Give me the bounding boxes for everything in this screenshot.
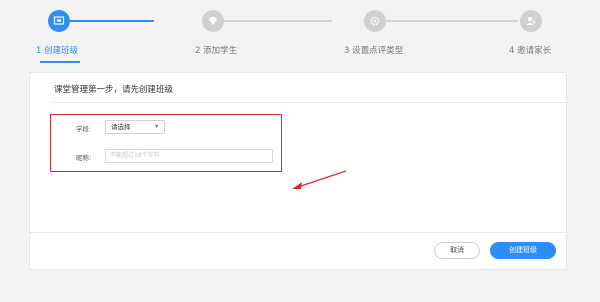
- step-3-circle[interactable]: [364, 10, 386, 32]
- gear-icon: [370, 16, 380, 26]
- step-connector: [386, 20, 518, 22]
- step-2-circle[interactable]: [202, 10, 224, 32]
- step-progress-bar: 1 创建班级 2 添加学生 3 设置点评类型 4 邀请家长: [0, 0, 600, 70]
- step-2-label[interactable]: 2 添加学生: [195, 44, 237, 56]
- name-input[interactable]: 不能超过16个字符: [105, 149, 273, 163]
- footer-divider: [30, 232, 568, 233]
- name-input-placeholder: 不能超过16个字符: [110, 152, 160, 159]
- create-class-button[interactable]: 创建班级: [490, 242, 556, 259]
- active-step-underline: [40, 61, 80, 63]
- create-class-card: 课堂管理第一步，请先创建班级 学段: 请选择 ▾ 昵称: 不能超过16个字符 取…: [29, 72, 568, 270]
- chevron-down-icon: ▾: [154, 123, 158, 130]
- cancel-button[interactable]: 取消: [434, 242, 480, 259]
- red-arrow-annotation: [292, 170, 347, 189]
- step-3-label[interactable]: 3 设置点评类型: [344, 44, 403, 56]
- screen-icon: [53, 16, 65, 25]
- step-1-label[interactable]: 1 创建班级: [36, 44, 78, 56]
- add-user-icon: [526, 17, 536, 25]
- grade-select[interactable]: 请选择 ▾: [105, 120, 165, 134]
- grade-label: 学段:: [76, 125, 92, 133]
- step-connector-active: [58, 20, 154, 22]
- step-4-label[interactable]: 4 邀请家长: [509, 44, 551, 56]
- name-label: 昵称:: [76, 154, 92, 162]
- divider: [52, 102, 568, 103]
- diamond-icon: [209, 17, 217, 25]
- card-title: 课堂管理第一步，请先创建班级: [54, 85, 174, 95]
- step-4-circle[interactable]: [520, 10, 542, 32]
- step-1-circle[interactable]: [48, 10, 70, 32]
- grade-select-value: 请选择: [111, 123, 131, 131]
- step-connector: [222, 20, 332, 22]
